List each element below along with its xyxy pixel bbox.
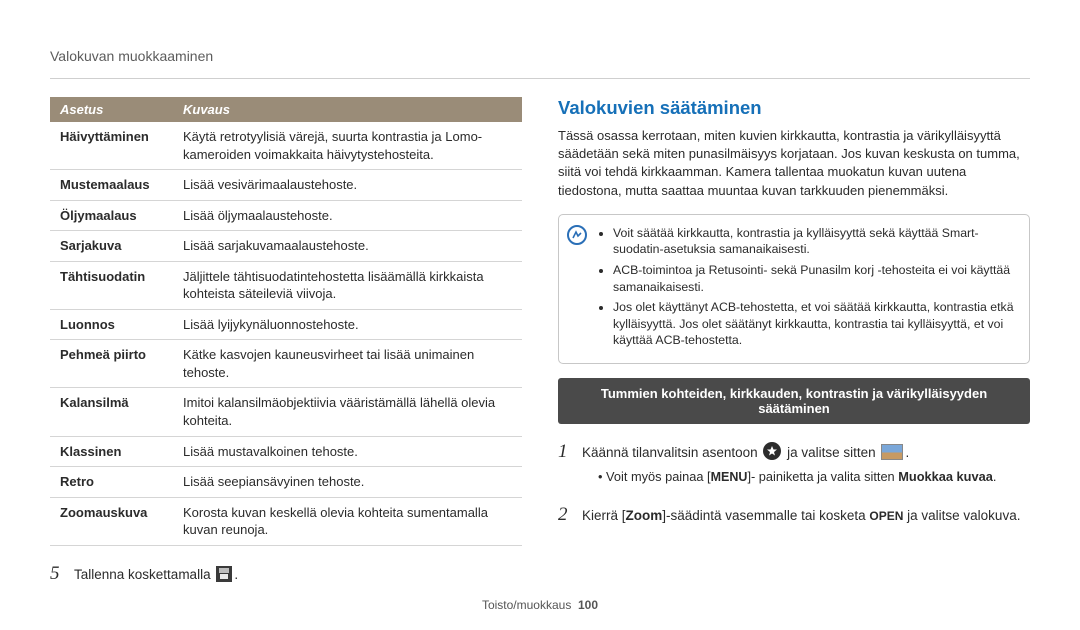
setting-desc: Jäljittele tähtisuodatintehostetta lisää… xyxy=(173,261,522,309)
open-label: OPEN xyxy=(869,509,903,523)
table-head-setting: Asetus xyxy=(50,97,173,122)
s2b: ]-säädintä vasemmalle tai kosketa xyxy=(662,508,869,523)
tip-item: Jos olet käyttänyt ACB-tehostetta, et vo… xyxy=(613,299,1017,349)
setting-name: Zoomauskuva xyxy=(50,497,173,545)
step-1: 1 Käännä tilanvalitsin asentoon ja valit… xyxy=(558,438,1030,487)
footer-page: 100 xyxy=(578,598,598,612)
step5-text-pre: Tallenna koskettamalla xyxy=(74,567,214,582)
setting-desc: Lisää sarjakuvamaalaustehoste. xyxy=(173,231,522,262)
photo-icon xyxy=(881,444,903,460)
save-icon xyxy=(216,566,232,582)
setting-desc: Käytä retrotyylisiä värejä, suurta kontr… xyxy=(173,122,522,170)
table-row: ZoomauskuvaKorosta kuvan keskellä olevia… xyxy=(50,497,522,545)
setting-desc: Kätke kasvojen kauneusvirheet tai lisää … xyxy=(173,340,522,388)
step-body: Tallenna koskettamalla . xyxy=(74,565,522,585)
step-body: Kierrä [Zoom]-säädintä vasemmalle tai ko… xyxy=(582,506,1030,526)
step-number: 1 xyxy=(558,438,572,466)
table-row: KalansilmäImitoi kalansilmäobjektiivia v… xyxy=(50,388,522,436)
info-icon xyxy=(567,225,587,245)
intro-paragraph: Tässä osassa kerrotaan, miten kuvien kir… xyxy=(558,127,1030,200)
table-row: MustemaalausLisää vesivärimaalaustehoste… xyxy=(50,170,522,201)
sub-mid: ]- painiketta ja valita sitten xyxy=(747,469,898,484)
setting-desc: Imitoi kalansilmäobjektiivia vääristämäl… xyxy=(173,388,522,436)
setting-desc: Lisää öljymaalaustehoste. xyxy=(173,200,522,231)
setting-name: Klassinen xyxy=(50,436,173,467)
tip-box: Voit säätää kirkkautta, kontrastia ja ky… xyxy=(558,214,1030,364)
setting-desc: Lisää lyijykynäluonnostehoste. xyxy=(173,309,522,340)
sub-bold: Muokkaa kuvaa xyxy=(898,469,993,484)
setting-desc: Lisää vesivärimaalaustehoste. xyxy=(173,170,522,201)
step-5: 5 Tallenna koskettamalla . xyxy=(50,560,522,588)
left-column: Asetus Kuvaus HäivyttäminenKäytä retroty… xyxy=(50,97,522,587)
step1-pre: Käännä tilanvalitsin asentoon xyxy=(582,445,761,460)
table-row: ÖljymaalausLisää öljymaalaustehoste. xyxy=(50,200,522,231)
s2a: Kierrä [ xyxy=(582,508,626,523)
setting-name: Tähtisuodatin xyxy=(50,261,173,309)
setting-name: Mustemaalaus xyxy=(50,170,173,201)
setting-desc: Korosta kuvan keskellä olevia kohteita s… xyxy=(173,497,522,545)
step-number: 2 xyxy=(558,501,572,529)
step5-text-post: . xyxy=(234,567,238,582)
step-2: 2 Kierrä [Zoom]-säädintä vasemmalle tai … xyxy=(558,501,1030,529)
footer-section: Toisto/muokkaus xyxy=(482,598,571,612)
setting-name: Öljymaalaus xyxy=(50,200,173,231)
s2c: ja valitse valokuva. xyxy=(903,508,1020,523)
settings-table: Asetus Kuvaus HäivyttäminenKäytä retroty… xyxy=(50,97,522,546)
tip-list: Voit säätää kirkkautta, kontrastia ja ky… xyxy=(599,225,1017,349)
setting-desc: Lisää mustavalkoinen tehoste. xyxy=(173,436,522,467)
section-title: Valokuvien säätäminen xyxy=(558,97,1030,119)
table-row: TähtisuodatinJäljittele tähtisuodatinteh… xyxy=(50,261,522,309)
setting-name: Pehmeä piirto xyxy=(50,340,173,388)
mode-dial-icon xyxy=(763,442,781,460)
table-row: KlassinenLisää mustavalkoinen tehoste. xyxy=(50,436,522,467)
sub-pre: Voit myös painaa [ xyxy=(606,469,711,484)
table-row: Pehmeä piirtoKätke kasvojen kauneusvirhe… xyxy=(50,340,522,388)
menu-label: MENU xyxy=(711,470,748,484)
tip-item: Voit säätää kirkkautta, kontrastia ja ky… xyxy=(613,225,1017,258)
tip-item: ACB-toimintoa ja Retusointi- sekä Punasi… xyxy=(613,262,1017,295)
step-body: Käännä tilanvalitsin asentoon ja valitse… xyxy=(582,442,1030,487)
table-row: LuonnosLisää lyijykynäluonnostehoste. xyxy=(50,309,522,340)
zoom-label: Zoom xyxy=(626,508,663,523)
right-column: Valokuvien säätäminen Tässä osassa kerro… xyxy=(558,97,1030,587)
setting-desc: Lisää seepiansävyinen tehoste. xyxy=(173,467,522,498)
setting-name: Sarjakuva xyxy=(50,231,173,262)
setting-name: Kalansilmä xyxy=(50,388,173,436)
setting-name: Retro xyxy=(50,467,173,498)
table-row: RetroLisää seepiansävyinen tehoste. xyxy=(50,467,522,498)
table-row: SarjakuvaLisää sarjakuvamaalaustehoste. xyxy=(50,231,522,262)
step1-sub-bullet: Voit myös painaa [MENU]- painiketta ja v… xyxy=(582,468,1030,487)
setting-name: Häivyttäminen xyxy=(50,122,173,170)
step1-post: . xyxy=(905,445,909,460)
two-column-layout: Asetus Kuvaus HäivyttäminenKäytä retroty… xyxy=(50,97,1030,587)
table-head-desc: Kuvaus xyxy=(173,97,522,122)
step-number: 5 xyxy=(50,560,64,588)
step1-mid: ja valitse sitten xyxy=(783,445,879,460)
page-title: Valokuvan muokkaaminen xyxy=(50,48,1030,79)
sub-post: . xyxy=(993,469,997,484)
subsection-band: Tummien kohteiden, kirkkauden, kontrasti… xyxy=(558,378,1030,424)
table-row: HäivyttäminenKäytä retrotyylisiä värejä,… xyxy=(50,122,522,170)
setting-name: Luonnos xyxy=(50,309,173,340)
page-footer: Toisto/muokkaus 100 xyxy=(0,598,1080,612)
